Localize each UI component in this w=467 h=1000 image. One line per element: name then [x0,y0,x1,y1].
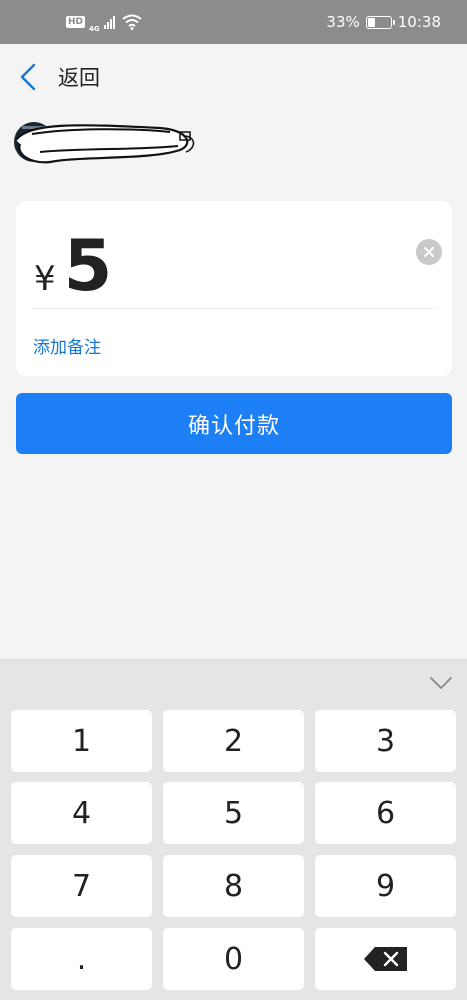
status-icons-left: HD 4G [66,11,142,33]
delete-key[interactable] [315,928,456,990]
currency-symbol: ¥ [34,259,56,299]
network-type: 4G [89,25,100,33]
status-icons-right: 33% 10:38 [326,13,441,31]
key-0[interactable]: 0 [163,928,304,990]
key-3[interactable]: 3 [315,710,456,772]
key-6[interactable]: 6 [315,782,456,844]
key-5[interactable]: 5 [163,782,304,844]
amount-input[interactable]: 5 [64,223,113,309]
key-8[interactable]: 8 [163,855,304,917]
confirm-payment-button[interactable]: 确认付款 [16,393,452,454]
numeric-keyboard: 1 2 3 4 5 6 7 8 9 . 0 [0,659,467,1000]
chevron-left-icon[interactable] [18,63,42,91]
wifi-icon [122,14,142,30]
backspace-icon [363,947,407,971]
redaction-scribble [14,122,195,164]
recipient-info-redacted [10,118,200,170]
clock: 10:38 [397,13,441,31]
hd-badge: HD [66,16,86,28]
key-7[interactable]: 7 [11,855,152,917]
key-4[interactable]: 4 [11,782,152,844]
battery-icon [365,15,395,29]
nav-bar: 返回 [0,44,467,110]
status-bar: HD 4G 33% 10:38 [0,0,467,44]
divider [32,308,438,309]
clear-icon[interactable] [416,239,442,265]
back-label[interactable]: 返回 [58,62,100,92]
add-remark-link[interactable]: 添加备注 [33,333,101,358]
amount-input-row[interactable]: ¥ 5 [34,223,438,309]
chevron-down-icon[interactable] [429,674,453,692]
signal-icon [103,16,115,29]
amount-card: ¥ 5 添加备注 [16,201,452,376]
key-9[interactable]: 9 [315,855,456,917]
battery-level [367,17,376,27]
key-1[interactable]: 1 [11,710,152,772]
battery-percent: 33% [326,13,360,31]
key-2[interactable]: 2 [163,710,304,772]
key-dot[interactable]: . [11,928,152,990]
